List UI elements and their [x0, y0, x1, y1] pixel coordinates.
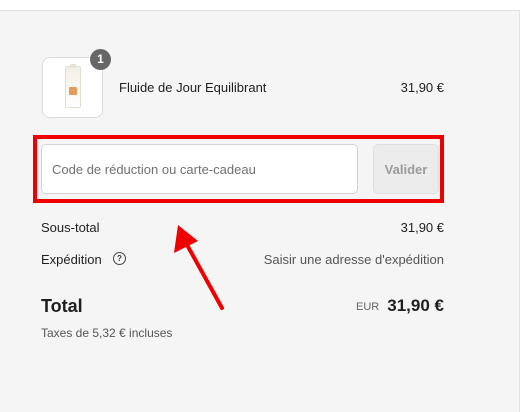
arrow-shaft — [184, 241, 224, 310]
arrow-head — [174, 225, 198, 253]
annotation-arrow — [174, 225, 224, 310]
